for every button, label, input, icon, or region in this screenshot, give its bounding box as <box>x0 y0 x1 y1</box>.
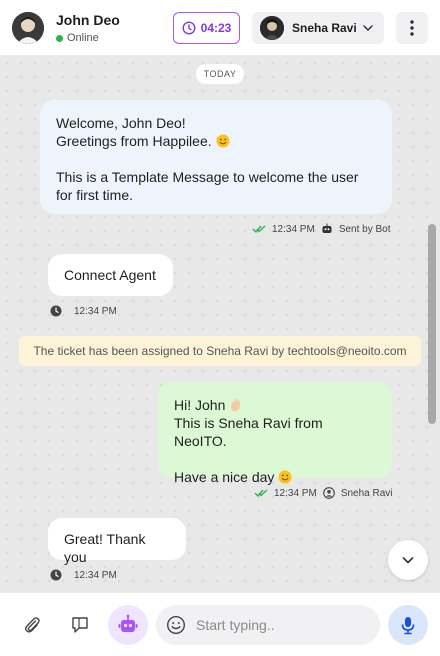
bot-message-line: for first time. <box>56 187 134 203</box>
outgoing-message-bubble[interactable]: Hi! John This is Sneha Ravi from NeoITO.… <box>158 382 392 485</box>
bot-message-line: Greetings from Happilee. <box>56 132 376 150</box>
robot-icon <box>322 223 332 233</box>
incoming-message-bubble[interactable]: Great! Thank you <box>48 518 186 565</box>
double-check-icon <box>254 489 268 498</box>
contact-avatar[interactable] <box>12 12 44 44</box>
contact-name: John Deo <box>56 12 120 28</box>
microphone-icon <box>401 617 415 635</box>
agent-message-line: This is Sneha Ravi from NeoITO. <box>174 415 323 449</box>
agent-avatar <box>260 16 284 40</box>
message-text: Great! Thank you <box>64 531 146 565</box>
incoming-message-meta: 12:34 PM <box>50 569 117 581</box>
contact-status: Online <box>56 32 99 44</box>
chat-scrollbar[interactable] <box>428 224 436 424</box>
template-message-icon <box>72 617 88 633</box>
agent-message-line: Have a nice day <box>174 468 376 486</box>
templates-button[interactable] <box>60 605 100 645</box>
day-separator: TODAY <box>196 64 244 84</box>
message-input[interactable] <box>196 617 366 633</box>
message-composer <box>0 592 440 656</box>
chat-area[interactable]: TODAY Welcome, John Deo! Greetings from … <box>0 56 440 592</box>
message-time: 12:34 PM <box>274 487 317 499</box>
agent-message-line: Hi! John <box>174 396 376 414</box>
chevron-down-icon <box>402 557 414 564</box>
incoming-message-meta: 12:34 PM <box>50 305 117 317</box>
scroll-to-bottom-button[interactable] <box>388 540 428 580</box>
paperclip-icon <box>25 617 40 633</box>
bot-message-line: Welcome, John Deo! <box>56 115 186 131</box>
timer-value: 04:23 <box>200 21 232 35</box>
bot-message-line: This is a Template Message to welcome th… <box>56 169 359 185</box>
agent-name: Sneha Ravi <box>292 21 357 35</box>
ticket-assigned-banner: The ticket has been assigned to Sneha Ra… <box>19 336 421 366</box>
more-vertical-icon <box>410 20 414 36</box>
robot-icon <box>118 614 138 632</box>
bot-message-meta: 12:34 PM Sent by Bot <box>252 223 391 235</box>
waving-hand-icon <box>231 399 241 411</box>
message-time: 12:34 PM <box>74 305 117 317</box>
message-input-wrapper <box>156 605 380 645</box>
double-check-icon <box>252 225 266 234</box>
user-icon <box>322 487 335 499</box>
attach-button[interactable] <box>12 605 52 645</box>
clock-icon <box>50 569 62 581</box>
bot-button[interactable] <box>108 605 148 645</box>
message-time: 12:34 PM <box>74 569 117 581</box>
incoming-message-bubble[interactable]: Connect Agent <box>48 254 173 296</box>
bot-message-bubble[interactable]: Welcome, John Deo! Greetings from Happil… <box>40 100 392 214</box>
status-text: Online <box>67 32 99 44</box>
chat-header: John Deo Online 04:23 Sneha Ravi <box>0 0 440 56</box>
online-dot-icon <box>56 34 63 42</box>
session-timer[interactable]: 04:23 <box>173 12 240 44</box>
message-time: 12:34 PM <box>272 223 315 235</box>
emoji-icon[interactable] <box>166 615 186 635</box>
smile-emoji-icon <box>216 134 230 148</box>
clock-icon <box>182 21 196 35</box>
agent-select[interactable]: Sneha Ravi <box>252 12 384 44</box>
outgoing-message-meta: 12:34 PM Sneha Ravi <box>254 487 393 499</box>
chevron-down-icon <box>363 25 373 31</box>
clock-icon <box>50 305 62 317</box>
message-sender: Sneha Ravi <box>340 487 393 499</box>
message-sender: Sent by Bot <box>338 223 391 235</box>
voice-record-button[interactable] <box>388 605 428 645</box>
message-text: Connect Agent <box>64 267 156 283</box>
more-options-button[interactable] <box>396 12 428 44</box>
smile-emoji-icon <box>278 470 292 484</box>
